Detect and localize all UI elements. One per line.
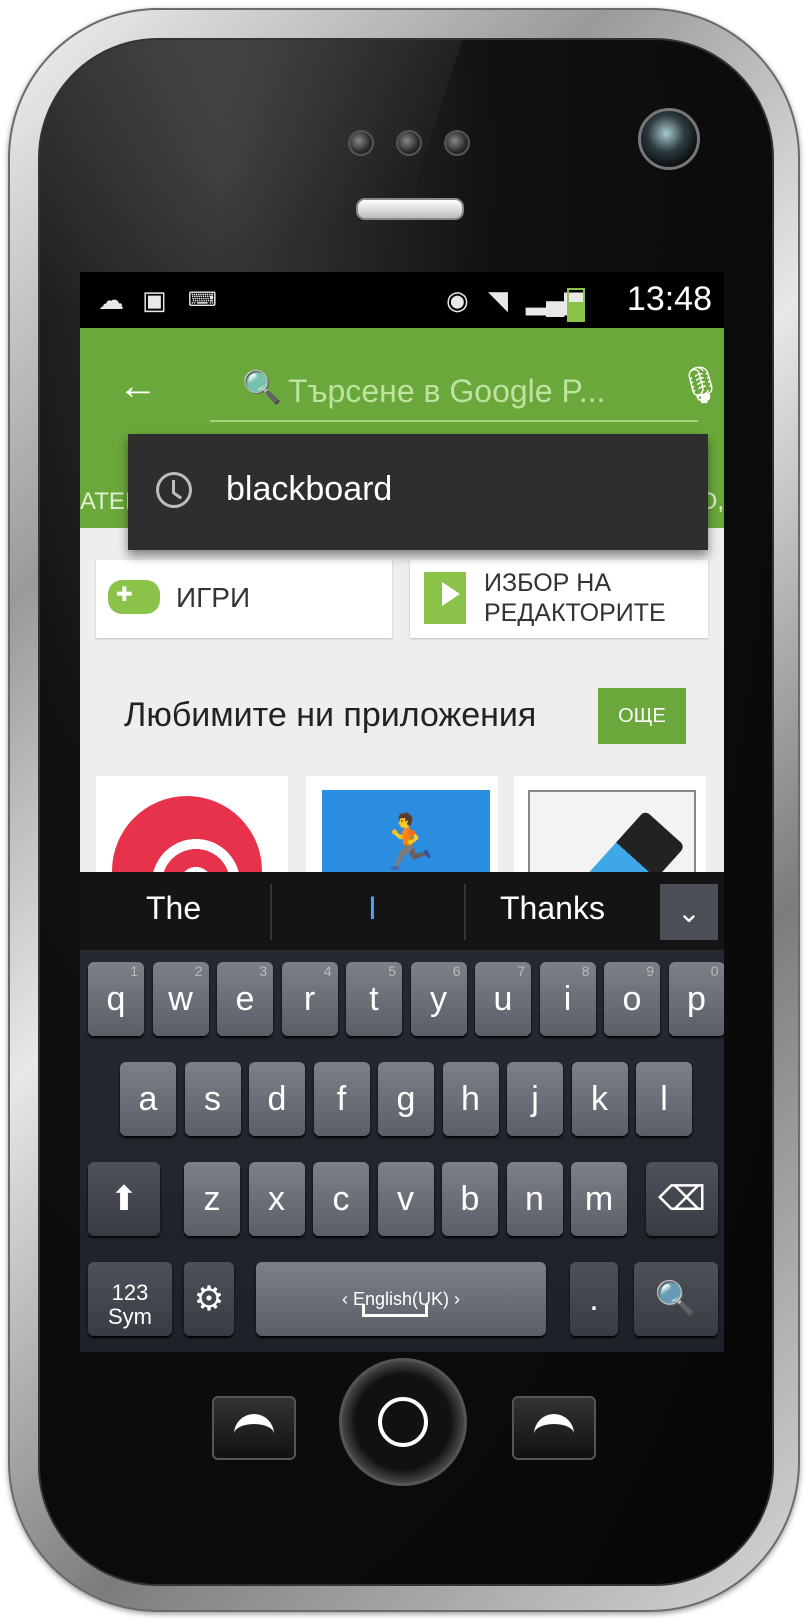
- prediction-divider: [270, 884, 272, 940]
- key-k[interactable]: k: [571, 1062, 628, 1136]
- gamepad-icon: [108, 580, 160, 614]
- phone-icon: [234, 1414, 274, 1434]
- key-e[interactable]: e3: [217, 962, 273, 1036]
- keyboard-icon: ⌨: [188, 289, 217, 311]
- key-r[interactable]: r4: [281, 962, 338, 1036]
- key-number-hint: 3: [259, 963, 267, 979]
- key-t[interactable]: t5: [346, 962, 402, 1036]
- games-card[interactable]: ИГРИ: [96, 560, 392, 638]
- key-j[interactable]: j: [507, 1062, 563, 1136]
- key-number-hint: 8: [581, 963, 590, 979]
- mic-icon[interactable]: 🎙: [678, 364, 724, 406]
- settings-gear-icon[interactable]: ⚙: [184, 1262, 234, 1336]
- key-number-hint: 7: [517, 963, 525, 979]
- suggestion-text: blackboard: [226, 470, 393, 508]
- battery-icon: [567, 288, 585, 322]
- prediction-2[interactable]: I: [368, 890, 377, 927]
- key-u[interactable]: u7: [475, 962, 531, 1036]
- eye-icon: ◉: [446, 285, 469, 315]
- games-label: ИГРИ: [176, 582, 251, 613]
- key-z[interactable]: z: [184, 1162, 240, 1236]
- editors-choice-card[interactable]: ИЗБОР НА РЕДАКТОРИТЕ: [410, 560, 708, 638]
- back-arrow-icon[interactable]: ←: [118, 364, 158, 409]
- keyboard: The I Thanks ⌄ q1w2e3r4t5y6u7i8o9p0 asdfg…: [80, 872, 724, 1352]
- key-number-hint: 6: [452, 963, 461, 979]
- tab-categories-partial[interactable]: ATEI: [80, 488, 132, 516]
- prediction-bar: The I Thanks ⌄: [80, 872, 724, 950]
- search-icon: 🔍: [242, 369, 282, 405]
- sensor-dots: [348, 130, 470, 156]
- key-number-hint: 4: [323, 963, 332, 979]
- sym-key[interactable]: 123 Sym: [88, 1262, 172, 1336]
- sensor-dot: [396, 130, 422, 156]
- key-s[interactable]: s: [184, 1062, 241, 1136]
- history-icon: [156, 472, 192, 508]
- end-call-button[interactable]: [512, 1396, 596, 1460]
- key-d[interactable]: d: [249, 1062, 305, 1136]
- editors-choice-icon: [424, 572, 466, 624]
- status-time: 13:48: [626, 280, 712, 318]
- prediction-3[interactable]: Thanks: [500, 890, 605, 927]
- key-b[interactable]: b: [442, 1162, 498, 1236]
- sensor-dot: [348, 130, 374, 156]
- space-bar-icon: [362, 1304, 428, 1317]
- search-suggestion[interactable]: blackboard: [128, 434, 708, 550]
- prediction-divider: [464, 884, 466, 940]
- phone-screen: ☁ ▣ ⌨ ◉ ◥ ▂▄▆ 13:48 ← 🔍 🎙 ATEI O, ИГРИ И…: [80, 272, 724, 1352]
- home-button[interactable]: [339, 1358, 467, 1486]
- period-key[interactable]: .: [570, 1262, 618, 1336]
- more-button[interactable]: ОЩЕ: [598, 688, 686, 744]
- search-input[interactable]: [286, 366, 670, 416]
- key-w[interactable]: w2: [152, 962, 209, 1036]
- sensor-dot: [444, 130, 470, 156]
- prediction-1[interactable]: The: [146, 890, 201, 927]
- wifi-icon: ◥: [488, 285, 508, 315]
- key-x[interactable]: x: [248, 1162, 305, 1236]
- call-button[interactable]: [212, 1396, 296, 1460]
- key-a[interactable]: a: [120, 1062, 176, 1136]
- key-p[interactable]: p0: [668, 962, 724, 1036]
- key-i[interactable]: i8: [539, 962, 596, 1036]
- shift-key[interactable]: ⬆: [88, 1162, 160, 1236]
- key-g[interactable]: g: [378, 1062, 434, 1136]
- key-number-hint: 5: [388, 963, 396, 979]
- key-l[interactable]: l: [636, 1062, 692, 1136]
- earpiece-speaker: [356, 198, 464, 220]
- search-key-icon[interactable]: 🔍: [634, 1262, 718, 1336]
- battery-level: [569, 302, 583, 320]
- key-number-hint: 9: [646, 963, 654, 979]
- section-title: Любимите ни приложения: [124, 696, 537, 734]
- key-v[interactable]: v: [377, 1162, 434, 1236]
- upload-cloud-icon: ☁: [98, 285, 124, 315]
- editors-choice-label: ИЗБОР НА РЕДАКТОРИТЕ: [484, 569, 666, 627]
- key-c[interactable]: c: [313, 1162, 369, 1236]
- home-ring-icon: [378, 1397, 428, 1447]
- key-q[interactable]: q1: [88, 962, 144, 1036]
- collapse-keyboard-button[interactable]: ⌄: [660, 884, 718, 940]
- key-number-hint: 2: [194, 963, 203, 979]
- key-f[interactable]: f: [313, 1062, 370, 1136]
- key-o[interactable]: o9: [604, 962, 660, 1036]
- key-h[interactable]: h: [442, 1062, 499, 1136]
- end-call-icon: [534, 1414, 574, 1434]
- space-key[interactable]: ‹ English(UK) ›: [256, 1262, 546, 1336]
- key-m[interactable]: m: [571, 1162, 627, 1236]
- backspace-key[interactable]: ⌫: [646, 1162, 718, 1236]
- search-underline: [210, 420, 698, 422]
- status-bar: ☁ ▣ ⌨ ◉ ◥ ▂▄▆ 13:48: [80, 272, 724, 328]
- key-y[interactable]: y6: [410, 962, 467, 1036]
- key-n[interactable]: n: [506, 1162, 563, 1236]
- front-camera: [638, 108, 700, 170]
- image-icon: ▣: [142, 285, 167, 315]
- key-number-hint: 0: [710, 963, 719, 979]
- key-number-hint: 1: [130, 963, 138, 979]
